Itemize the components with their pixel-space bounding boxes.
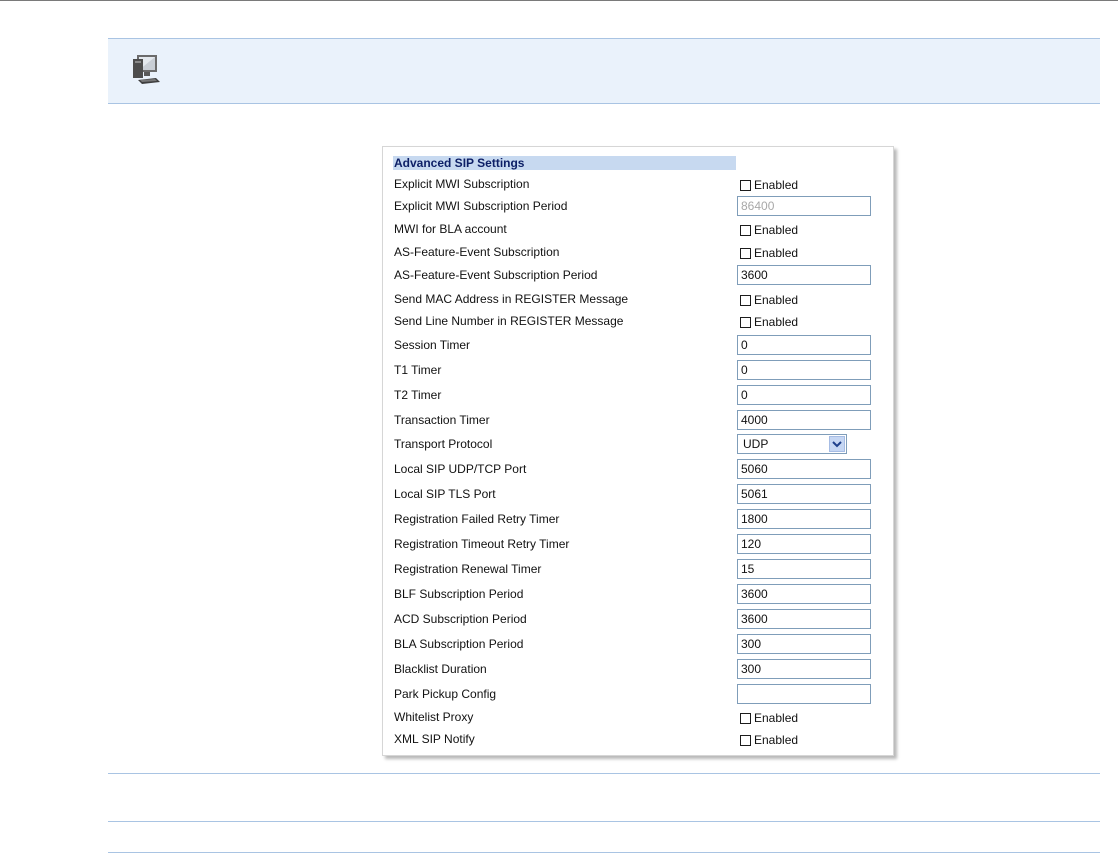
input-bla-subscription-period[interactable]: 300	[737, 634, 871, 654]
label-registration-failed-retry-timer: Registration Failed Retry Timer	[394, 512, 560, 526]
input-explicit-mwi-subscription-period[interactable]: 86400	[737, 196, 871, 216]
section-divider	[108, 852, 1100, 853]
checkbox-box[interactable]	[740, 179, 751, 191]
label-park-pickup-config: Park Pickup Config	[394, 687, 497, 701]
label-send-mac-address-in-register-message: Send MAC Address in REGISTER Message	[394, 292, 629, 306]
label-session-timer: Session Timer	[394, 338, 471, 352]
input-local-sip-udp-tcp-port[interactable]: 5060	[737, 459, 871, 479]
label-xml-sip-notify: XML SIP Notify	[394, 732, 475, 746]
checkbox-box[interactable]	[740, 316, 751, 328]
label-blf-subscription-period: BLF Subscription Period	[394, 587, 524, 601]
label-registration-renewal-timer: Registration Renewal Timer	[394, 562, 542, 576]
label-bla-subscription-period: BLA Subscription Period	[394, 637, 524, 651]
select-value: UDP	[743, 437, 769, 451]
checkbox-whitelist-proxy[interactable]: Enabled	[740, 711, 798, 725]
label-t2-timer: T2 Timer	[394, 388, 442, 402]
advanced-sip-settings-panel: Advanced SIP Settings Explicit MWI Subsc…	[382, 146, 894, 756]
input-transaction-timer[interactable]: 4000	[737, 410, 871, 430]
label-send-line-number-in-register-message: Send Line Number in REGISTER Message	[394, 314, 624, 328]
label-transport-protocol: Transport Protocol	[394, 437, 493, 451]
checkbox-mwi-for-bla-account[interactable]: Enabled	[740, 223, 798, 237]
label-blacklist-duration: Blacklist Duration	[394, 662, 487, 676]
label-as-feature-event-subscription: AS-Feature-Event Subscription	[394, 245, 560, 259]
input-as-feature-event-subscription-period[interactable]: 3600	[737, 265, 871, 285]
label-acd-subscription-period: ACD Subscription Period	[394, 612, 527, 626]
top-divider	[0, 0, 1118, 1]
checkbox-label: Enabled	[754, 315, 799, 329]
checkbox-box[interactable]	[740, 712, 751, 724]
checkbox-label: Enabled	[754, 733, 799, 747]
input-park-pickup-config[interactable]	[737, 684, 871, 704]
input-blf-subscription-period[interactable]: 3600	[737, 584, 871, 604]
checkbox-label: Enabled	[754, 711, 799, 725]
chevron-down-icon[interactable]	[829, 436, 845, 452]
checkbox-label: Enabled	[754, 293, 799, 307]
label-t1-timer: T1 Timer	[394, 363, 442, 377]
input-acd-subscription-period[interactable]: 3600	[737, 609, 871, 629]
checkbox-label: Enabled	[754, 178, 799, 192]
input-local-sip-tls-port[interactable]: 5061	[737, 484, 871, 504]
label-registration-timeout-retry-timer: Registration Timeout Retry Timer	[394, 537, 570, 551]
input-session-timer[interactable]: 0	[737, 335, 871, 355]
section-divider	[108, 773, 1100, 774]
input-registration-failed-retry-timer[interactable]: 1800	[737, 509, 871, 529]
label-local-sip-tls-port: Local SIP TLS Port	[394, 487, 496, 501]
checkbox-xml-sip-notify[interactable]: Enabled	[740, 733, 798, 747]
checkbox-box[interactable]	[740, 224, 751, 236]
checkbox-label: Enabled	[754, 223, 799, 237]
label-explicit-mwi-subscription: Explicit MWI Subscription	[394, 177, 530, 191]
input-t1-timer[interactable]: 0	[737, 360, 871, 380]
label-mwi-for-bla-account: MWI for BLA account	[394, 222, 507, 236]
label-transaction-timer: Transaction Timer	[394, 413, 490, 427]
select-transport-protocol[interactable]: UDP	[737, 434, 847, 454]
input-registration-timeout-retry-timer[interactable]: 120	[737, 534, 871, 554]
checkbox-as-feature-event-subscription[interactable]: Enabled	[740, 246, 798, 260]
computer-monitor-icon	[133, 55, 160, 84]
checkbox-box[interactable]	[740, 247, 751, 259]
input-registration-renewal-timer[interactable]: 15	[737, 559, 871, 579]
note-banner	[108, 38, 1100, 104]
panel-header: Advanced SIP Settings	[393, 156, 736, 170]
checkbox-box[interactable]	[740, 734, 751, 746]
input-blacklist-duration[interactable]: 300	[737, 659, 871, 679]
checkbox-explicit-mwi-subscription[interactable]: Enabled	[740, 178, 798, 192]
checkbox-send-mac-address-in-register-message[interactable]: Enabled	[740, 293, 798, 307]
label-explicit-mwi-subscription-period: Explicit MWI Subscription Period	[394, 199, 568, 213]
checkbox-label: Enabled	[754, 246, 799, 260]
checkbox-box[interactable]	[740, 294, 751, 306]
panel-title: Advanced SIP Settings	[394, 156, 525, 170]
checkbox-send-line-number-in-register-message[interactable]: Enabled	[740, 315, 798, 329]
section-divider	[108, 821, 1100, 822]
label-whitelist-proxy: Whitelist Proxy	[394, 710, 474, 724]
input-t2-timer[interactable]: 0	[737, 385, 871, 405]
label-as-feature-event-subscription-period: AS-Feature-Event Subscription Period	[394, 268, 598, 282]
label-local-sip-udp-tcp-port: Local SIP UDP/TCP Port	[394, 462, 527, 476]
